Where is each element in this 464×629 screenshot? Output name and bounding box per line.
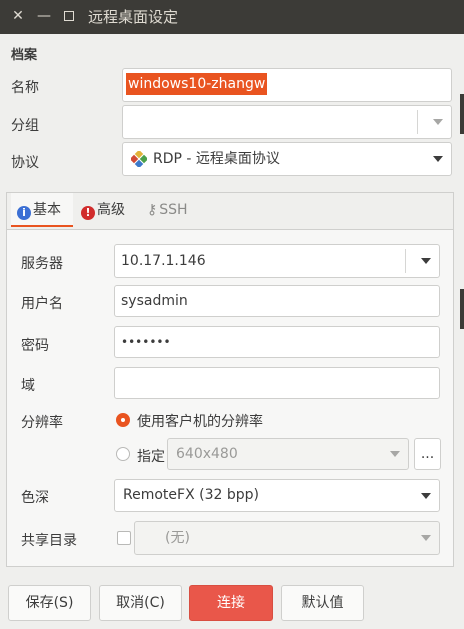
server-combo[interactable]: 10.17.1.146 (114, 244, 440, 278)
custom-resolution-value: 640x480 (176, 446, 238, 462)
warning-icon: ! (81, 206, 95, 220)
radio-client-resolution[interactable] (116, 413, 130, 427)
shared-folder-value: (无) (165, 530, 190, 546)
color-depth-label: 色深 (21, 490, 49, 506)
connect-button[interactable]: 连接 (189, 585, 273, 621)
resolution-label: 分辨率 (21, 415, 63, 431)
group-combo[interactable] (122, 105, 452, 139)
client-resolution-label: 使用客户机的分辨率 (137, 414, 263, 430)
custom-resolution-combo[interactable]: 640x480 (167, 438, 409, 470)
window-title: 远程桌面设定 (88, 8, 179, 26)
save-button[interactable]: 保存(S) (8, 585, 91, 621)
shared-folder-combo[interactable]: (无) (134, 521, 440, 555)
profile-section-title: 档案 (11, 48, 38, 63)
chevron-down-icon[interactable] (421, 258, 431, 264)
tab-advanced[interactable]: ! 高级 (81, 193, 141, 228)
chevron-down-icon[interactable] (421, 493, 431, 499)
maximize-icon[interactable] (60, 7, 78, 25)
user-field[interactable]: sysadmin (114, 285, 440, 317)
protocol-combo[interactable]: RDP - 远程桌面协议 (122, 142, 452, 176)
protocol-label: 协议 (11, 155, 39, 171)
password-label: 密码 (21, 338, 49, 354)
tab-basic[interactable]: i 基本 (11, 193, 73, 227)
key-icon: ⚷ (147, 202, 158, 218)
resolution-more-button[interactable]: ... (414, 438, 441, 470)
tab-basic-label: 基本 (33, 202, 61, 218)
custom-resolution-label: 指定 (137, 449, 165, 465)
tab-ssh[interactable]: ⚷ SSH (147, 193, 207, 228)
info-icon: i (17, 206, 31, 220)
rdp-diamond-icon (131, 151, 147, 167)
radio-custom-resolution[interactable] (116, 447, 130, 461)
minimize-icon[interactable]: — (35, 7, 53, 25)
close-icon[interactable]: ✕ (9, 7, 27, 25)
title-bar: ✕ — 远程桌面设定 (0, 0, 464, 34)
default-button[interactable]: 默认值 (281, 585, 364, 621)
chevron-down-icon[interactable] (390, 451, 400, 457)
chevron-down-icon[interactable] (433, 119, 443, 125)
name-value: windows10-zhangw (126, 73, 268, 95)
group-label: 分组 (11, 118, 39, 134)
shared-folder-checkbox[interactable] (117, 531, 131, 545)
user-label: 用户名 (21, 296, 63, 312)
chevron-down-icon[interactable] (421, 535, 431, 541)
protocol-value: RDP - 远程桌面协议 (153, 151, 280, 167)
cancel-button[interactable]: 取消(C) (99, 585, 182, 621)
domain-label: 域 (21, 378, 35, 394)
server-value: 10.17.1.146 (121, 253, 206, 269)
color-depth-combo[interactable]: RemoteFX (32 bpp) (114, 479, 440, 512)
tab-ssh-label: SSH (159, 202, 188, 218)
shared-folder-label: 共享目录 (21, 533, 77, 549)
password-field[interactable]: ••••••• (114, 326, 440, 358)
color-depth-value: RemoteFX (32 bpp) (123, 487, 259, 503)
window-edge (460, 34, 464, 629)
tab-advanced-label: 高级 (97, 202, 125, 218)
domain-field[interactable] (114, 367, 440, 399)
chevron-down-icon[interactable] (433, 156, 443, 162)
name-label: 名称 (11, 80, 39, 96)
tab-strip: i 基本 ! 高级 ⚷ SSH (7, 193, 453, 230)
server-label: 服务器 (21, 256, 63, 272)
